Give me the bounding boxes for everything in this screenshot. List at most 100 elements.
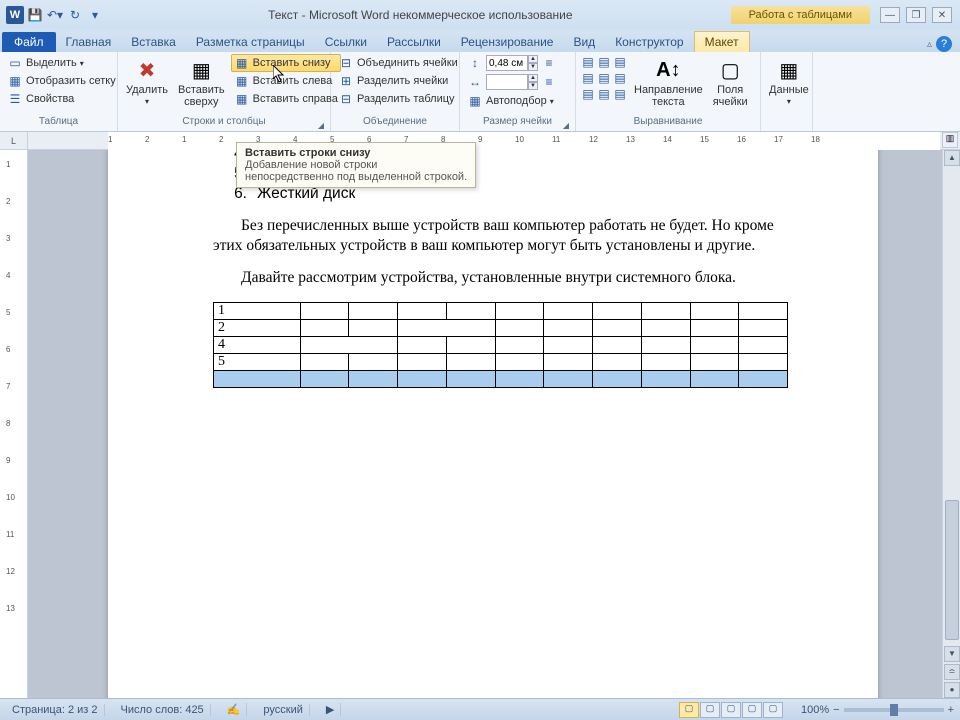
insert-right-button[interactable]: ▦Вставить справа <box>231 90 341 108</box>
view-outline[interactable]: ▢ <box>742 702 762 718</box>
tab-file[interactable]: Файл <box>2 32 56 52</box>
table-cell[interactable] <box>641 303 690 320</box>
merge-cells-button[interactable]: ⊟Объединить ячейки <box>335 54 461 72</box>
col-width-input[interactable] <box>486 74 528 90</box>
table-row[interactable]: 5 <box>214 354 788 371</box>
table-row[interactable] <box>214 371 788 388</box>
status-proofing-icon[interactable]: ✍ <box>221 703 248 716</box>
align-bc-icon[interactable]: ▤ <box>596 86 612 102</box>
tab-selector[interactable]: L <box>0 132 28 150</box>
table-cell[interactable] <box>398 371 447 388</box>
scroll-thumb[interactable] <box>945 500 959 640</box>
horizontal-ruler[interactable]: 12123456789101112131415161718 <box>108 132 940 150</box>
align-ml-icon[interactable]: ▤ <box>580 70 596 86</box>
table-cell[interactable]: 2 <box>214 320 301 337</box>
tab-layout[interactable]: Макет <box>694 31 750 52</box>
insert-below-button[interactable]: ▦Вставить снизу <box>231 54 341 72</box>
table-cell[interactable] <box>544 303 593 320</box>
table-cell[interactable]: 4 <box>214 337 301 354</box>
align-tl-icon[interactable]: ▤ <box>580 54 596 70</box>
table-row[interactable]: 1 <box>214 303 788 320</box>
table-cell[interactable] <box>495 354 544 371</box>
align-br-icon[interactable]: ▤ <box>612 86 628 102</box>
undo-icon[interactable]: ↶▾ <box>46 6 64 24</box>
table-cell[interactable] <box>495 303 544 320</box>
zoom-thumb[interactable] <box>890 704 898 716</box>
table-cell[interactable] <box>349 371 398 388</box>
table-row[interactable]: 2 <box>214 320 788 337</box>
table-cell[interactable] <box>398 320 495 337</box>
split-cells-button[interactable]: ⊞Разделить ячейки <box>335 72 461 90</box>
table-cell[interactable] <box>446 303 495 320</box>
align-mc-icon[interactable]: ▤ <box>596 70 612 86</box>
vertical-scrollbar[interactable]: ▲ ▼ ≏ ● <box>942 150 960 698</box>
tab-review[interactable]: Рецензирование <box>451 32 564 52</box>
zoom-slider[interactable] <box>844 708 944 712</box>
status-macro-icon[interactable]: ▶ <box>320 703 341 716</box>
table-cell[interactable] <box>300 320 349 337</box>
align-bl-icon[interactable]: ▤ <box>580 86 596 102</box>
autofit-button[interactable]: ▦Автоподбор▾ <box>464 92 560 110</box>
table-row[interactable]: 4 <box>214 337 788 354</box>
table-cell[interactable] <box>446 354 495 371</box>
status-language[interactable]: русский <box>257 704 309 716</box>
table-cell[interactable]: 5 <box>214 354 301 371</box>
tab-insert[interactable]: Вставка <box>121 32 186 52</box>
table-cell[interactable] <box>398 303 447 320</box>
tab-view[interactable]: Вид <box>563 32 605 52</box>
insert-above-button[interactable]: ▦Вставить сверху <box>174 54 229 110</box>
document-table[interactable]: 1245 <box>213 302 788 388</box>
status-page[interactable]: Страница: 2 из 2 <box>6 704 105 716</box>
size-launcher-icon[interactable]: ◢ <box>561 121 571 131</box>
gridlines-button[interactable]: ▦Отобразить сетку <box>4 72 119 90</box>
table-cell[interactable] <box>214 371 301 388</box>
view-draft[interactable]: ▢ <box>763 702 783 718</box>
table-cell[interactable] <box>690 303 739 320</box>
properties-button[interactable]: ☰Свойства <box>4 90 119 108</box>
align-tr-icon[interactable]: ▤ <box>612 54 628 70</box>
table-cell[interactable] <box>593 337 642 354</box>
status-word-count[interactable]: Число слов: 425 <box>115 704 211 716</box>
align-tc-icon[interactable]: ▤ <box>596 54 612 70</box>
help-icon[interactable]: ? <box>936 36 952 52</box>
maximize-button[interactable]: ❐ <box>906 7 926 23</box>
align-mr-icon[interactable]: ▤ <box>612 70 628 86</box>
zoom-level[interactable]: 100% <box>801 704 829 716</box>
table-cell[interactable] <box>300 337 397 354</box>
distribute-cols-icon[interactable]: ≡ <box>541 74 557 90</box>
table-cell[interactable] <box>349 303 398 320</box>
table-cell[interactable] <box>544 337 593 354</box>
table-cell[interactable] <box>739 354 788 371</box>
save-icon[interactable]: 💾 <box>26 6 44 24</box>
table-cell[interactable] <box>398 337 447 354</box>
browse-object-button[interactable]: ● <box>944 682 960 698</box>
qat-customize-icon[interactable]: ▾ <box>86 6 104 24</box>
table-cell[interactable] <box>495 371 544 388</box>
table-cell[interactable] <box>398 354 447 371</box>
table-cell[interactable] <box>739 303 788 320</box>
table-cell[interactable] <box>593 303 642 320</box>
close-button[interactable]: ✕ <box>932 7 952 23</box>
redo-icon[interactable]: ↻ <box>66 6 84 24</box>
page[interactable]: 4.Видеокарта5.Звуковая карта6.Жесткий ди… <box>108 150 878 698</box>
table-cell[interactable] <box>300 371 349 388</box>
height-down[interactable]: ▼ <box>528 63 538 71</box>
table-cell[interactable] <box>446 371 495 388</box>
table-cell[interactable] <box>593 320 642 337</box>
minimize-button[interactable]: — <box>880 7 900 23</box>
table-cell[interactable] <box>690 320 739 337</box>
cell-margins-button[interactable]: ▢Поля ячейки <box>709 54 752 110</box>
view-print-layout[interactable]: ▢ <box>679 702 699 718</box>
tab-design[interactable]: Конструктор <box>605 32 693 52</box>
table-cell[interactable]: 1 <box>214 303 301 320</box>
tab-mailings[interactable]: Рассылки <box>377 32 451 52</box>
table-cell[interactable] <box>641 320 690 337</box>
table-cell[interactable] <box>593 354 642 371</box>
select-button[interactable]: ▭Выделить▾ <box>4 54 119 72</box>
row-height-input[interactable] <box>486 55 528 71</box>
height-up[interactable]: ▲ <box>528 55 538 63</box>
prev-page-button[interactable]: ≏ <box>944 664 960 680</box>
tab-references[interactable]: Ссылки <box>315 32 377 52</box>
table-cell[interactable] <box>641 354 690 371</box>
tab-page-layout[interactable]: Разметка страницы <box>186 32 315 52</box>
